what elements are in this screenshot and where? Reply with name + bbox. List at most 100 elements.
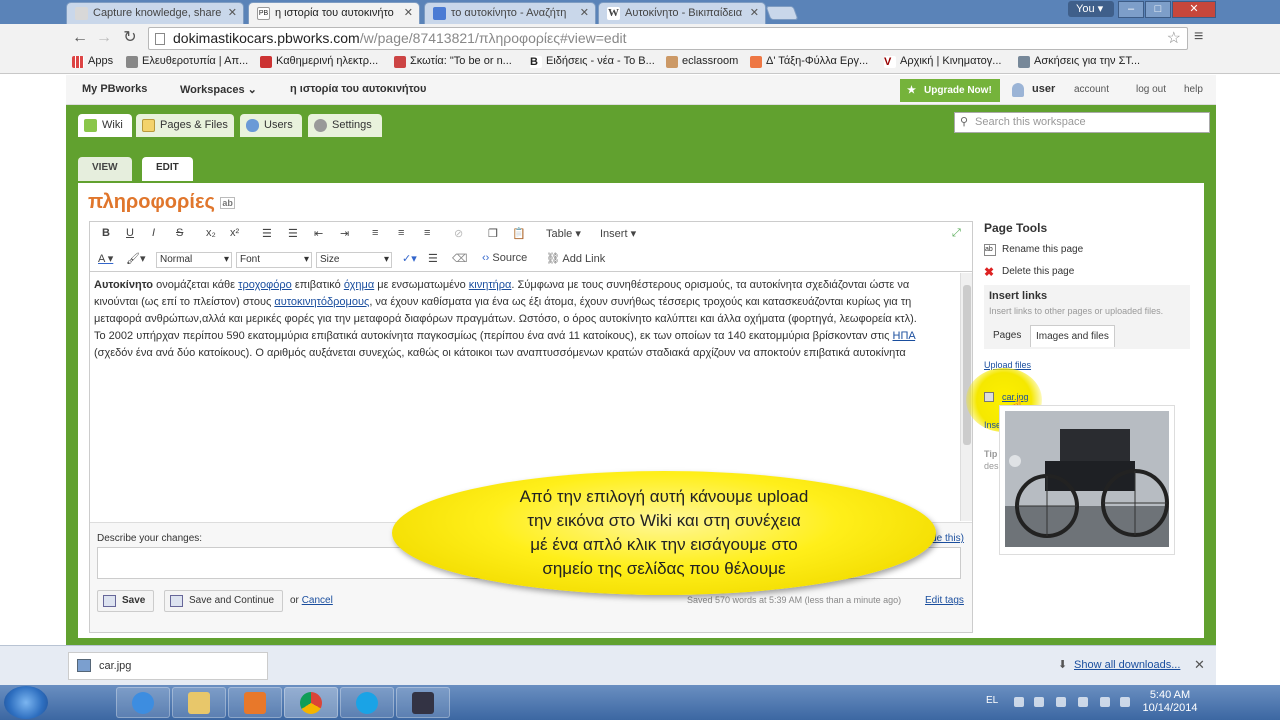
- close-tab-icon[interactable]: ✕: [404, 3, 413, 23]
- bookmark-item[interactable]: B Ειδήσεις - νέα - Το Β...: [530, 55, 655, 68]
- language-indicator[interactable]: EL: [986, 695, 998, 706]
- chrome-menu-icon[interactable]: ≡: [1194, 28, 1210, 46]
- username[interactable]: user: [1032, 83, 1055, 95]
- edit-tab[interactable]: EDIT: [142, 157, 193, 181]
- bold-icon[interactable]: B: [102, 227, 110, 239]
- bookmark-star-icon[interactable]: ☆: [1167, 28, 1181, 49]
- taskbar-app[interactable]: [396, 687, 450, 718]
- subscript-icon[interactable]: x₂: [206, 227, 216, 239]
- close-window-button[interactable]: ✕: [1172, 1, 1216, 18]
- forward-arrow-icon[interactable]: →: [94, 29, 114, 49]
- system-clock[interactable]: 5:40 AM 10/14/2014: [1140, 689, 1200, 715]
- tray-network-icon[interactable]: [1034, 697, 1044, 707]
- start-button[interactable]: [4, 686, 48, 719]
- close-tab-icon[interactable]: ✕: [580, 3, 589, 23]
- source-button[interactable]: ‹› Source: [482, 252, 527, 264]
- edit-tags-link[interactable]: Edit tags: [925, 595, 964, 606]
- tab-capture-knowledge[interactable]: Capture knowledge, share ✕: [66, 2, 244, 24]
- taskbar-explorer[interactable]: [172, 687, 226, 718]
- tray-signal-icon[interactable]: [1100, 697, 1110, 707]
- address-bar[interactable]: dokimastikocars.pbworks.com/w/page/87413…: [148, 27, 1188, 50]
- rename-page-link[interactable]: ab Rename this page: [984, 243, 1194, 265]
- align-center-icon[interactable]: ≡: [398, 227, 404, 239]
- paste-icon[interactable]: 📋: [512, 227, 526, 240]
- save-button[interactable]: Save: [97, 590, 155, 612]
- spellcheck-icon[interactable]: ✓▾: [402, 252, 417, 265]
- font-select[interactable]: Font ▾: [236, 252, 312, 268]
- tab-images-and-files[interactable]: Images and files: [1030, 325, 1115, 347]
- workspaces-menu[interactable]: Workspaces ⌄: [180, 83, 257, 96]
- size-select[interactable]: Size ▾: [316, 252, 392, 268]
- minimize-button[interactable]: –: [1118, 1, 1144, 18]
- upgrade-button[interactable]: ★ Upgrade Now!: [900, 79, 1000, 102]
- tray-volume-icon[interactable]: [1120, 697, 1130, 707]
- close-tab-icon[interactable]: ✕: [228, 3, 237, 23]
- chrome-user-button[interactable]: You ▾: [1068, 1, 1114, 17]
- back-arrow-icon[interactable]: ←: [70, 29, 90, 49]
- workspace-search-input[interactable]: ⚲ Search this workspace: [954, 112, 1210, 133]
- download-item[interactable]: car.jpg: [68, 652, 268, 680]
- align-left-icon[interactable]: ≡: [372, 227, 378, 239]
- bulleted-list-icon[interactable]: ☰: [262, 227, 272, 240]
- close-downloads-icon[interactable]: ✕: [1194, 657, 1205, 673]
- eraser-icon[interactable]: ⌫: [452, 252, 468, 265]
- taskbar-media[interactable]: [228, 687, 282, 718]
- tray-display-icon[interactable]: [1078, 697, 1088, 707]
- bookmark-item[interactable]: V Αρχική | Κινηματογ...: [884, 55, 1001, 68]
- taskbar-skype[interactable]: [340, 687, 394, 718]
- logout-link[interactable]: log out: [1136, 84, 1166, 95]
- rename-icon[interactable]: ab: [220, 196, 235, 209]
- maximize-editor-icon[interactable]: ⤢: [952, 227, 961, 240]
- bookmark-item[interactable]: Ελευθεροτυπία | Απ...: [126, 55, 248, 68]
- tab-google-search[interactable]: το αυτοκίνητο - Αναζήτη ✕: [424, 2, 596, 24]
- italic-icon[interactable]: I: [152, 227, 155, 239]
- tab-wiki[interactable]: Wiki: [78, 114, 132, 137]
- link-trochoforo[interactable]: τροχοφόρο: [238, 279, 292, 291]
- tab-settings[interactable]: Settings: [308, 114, 382, 137]
- taskbar-chrome[interactable]: [284, 687, 338, 718]
- bookmark-item[interactable]: Ασκήσεις για την ΣΤ...: [1018, 55, 1140, 68]
- bookmark-item[interactable]: Καθημερινή ηλεκτρ...: [260, 55, 378, 68]
- align-right-icon[interactable]: ≡: [424, 227, 430, 239]
- scrollbar-thumb[interactable]: [963, 285, 971, 445]
- highlight-color-icon[interactable]: 🖌▾: [126, 252, 146, 265]
- tab-users[interactable]: Users: [240, 114, 302, 137]
- bookmark-item[interactable]: Δ' Τάξη-Φύλλα Εργ...: [750, 55, 868, 68]
- save-and-continue-button[interactable]: Save and Continue: [164, 590, 284, 612]
- file-checkbox[interactable]: [984, 392, 994, 402]
- show-all-downloads-link[interactable]: ⬇ Show all downloads...: [1058, 659, 1180, 671]
- superscript-icon[interactable]: x²: [230, 227, 239, 239]
- taskbar-ie[interactable]: [116, 687, 170, 718]
- insert-menu[interactable]: Insert ▾: [600, 227, 636, 240]
- bookmark-item[interactable]: Σκωτία: "To be or n...: [394, 55, 512, 68]
- indent-icon[interactable]: ⇥: [340, 227, 349, 240]
- horizontal-rule-icon[interactable]: ☰: [428, 252, 438, 265]
- link-ochima[interactable]: όχημα: [344, 279, 374, 291]
- numbered-list-icon[interactable]: ☰: [288, 227, 298, 240]
- tab-pages[interactable]: Pages: [988, 325, 1026, 347]
- tab-wikipedia[interactable]: W Αυτοκίνητο - Βικιπαίδεια ✕: [598, 2, 766, 24]
- bookmark-item[interactable]: eclassroom: [666, 55, 738, 68]
- my-pbworks-link[interactable]: My PBworks: [82, 83, 147, 95]
- tray-arrow-icon[interactable]: [1014, 697, 1024, 707]
- strikethrough-icon[interactable]: S: [176, 227, 183, 239]
- cancel-link[interactable]: Cancel: [302, 595, 333, 606]
- style-select[interactable]: Normal ▾: [156, 252, 232, 268]
- tab-pages-files[interactable]: Pages & Files: [136, 114, 234, 137]
- account-link[interactable]: account: [1074, 84, 1109, 95]
- new-tab-button[interactable]: [765, 6, 799, 20]
- link-ipa[interactable]: ΗΠΑ: [893, 330, 916, 342]
- table-menu[interactable]: Table ▾: [546, 227, 581, 240]
- text-color-icon[interactable]: A ▾: [98, 252, 113, 265]
- copy-icon[interactable]: ❐: [488, 227, 498, 240]
- workspace-name[interactable]: η ιστορία του αυτοκινήτου: [290, 83, 426, 95]
- view-tab[interactable]: VIEW: [78, 157, 132, 181]
- unlink-icon[interactable]: ⊘: [454, 227, 463, 240]
- add-link-button[interactable]: ⛓ Add Link: [546, 252, 605, 265]
- bookmark-apps[interactable]: Apps: [72, 55, 113, 68]
- page-scrollbar[interactable]: [1216, 75, 1280, 645]
- maximize-button[interactable]: □: [1145, 1, 1171, 18]
- underline-icon[interactable]: U: [126, 227, 134, 239]
- tray-flag-icon[interactable]: [1056, 697, 1066, 707]
- reload-icon[interactable]: ↻: [120, 29, 140, 49]
